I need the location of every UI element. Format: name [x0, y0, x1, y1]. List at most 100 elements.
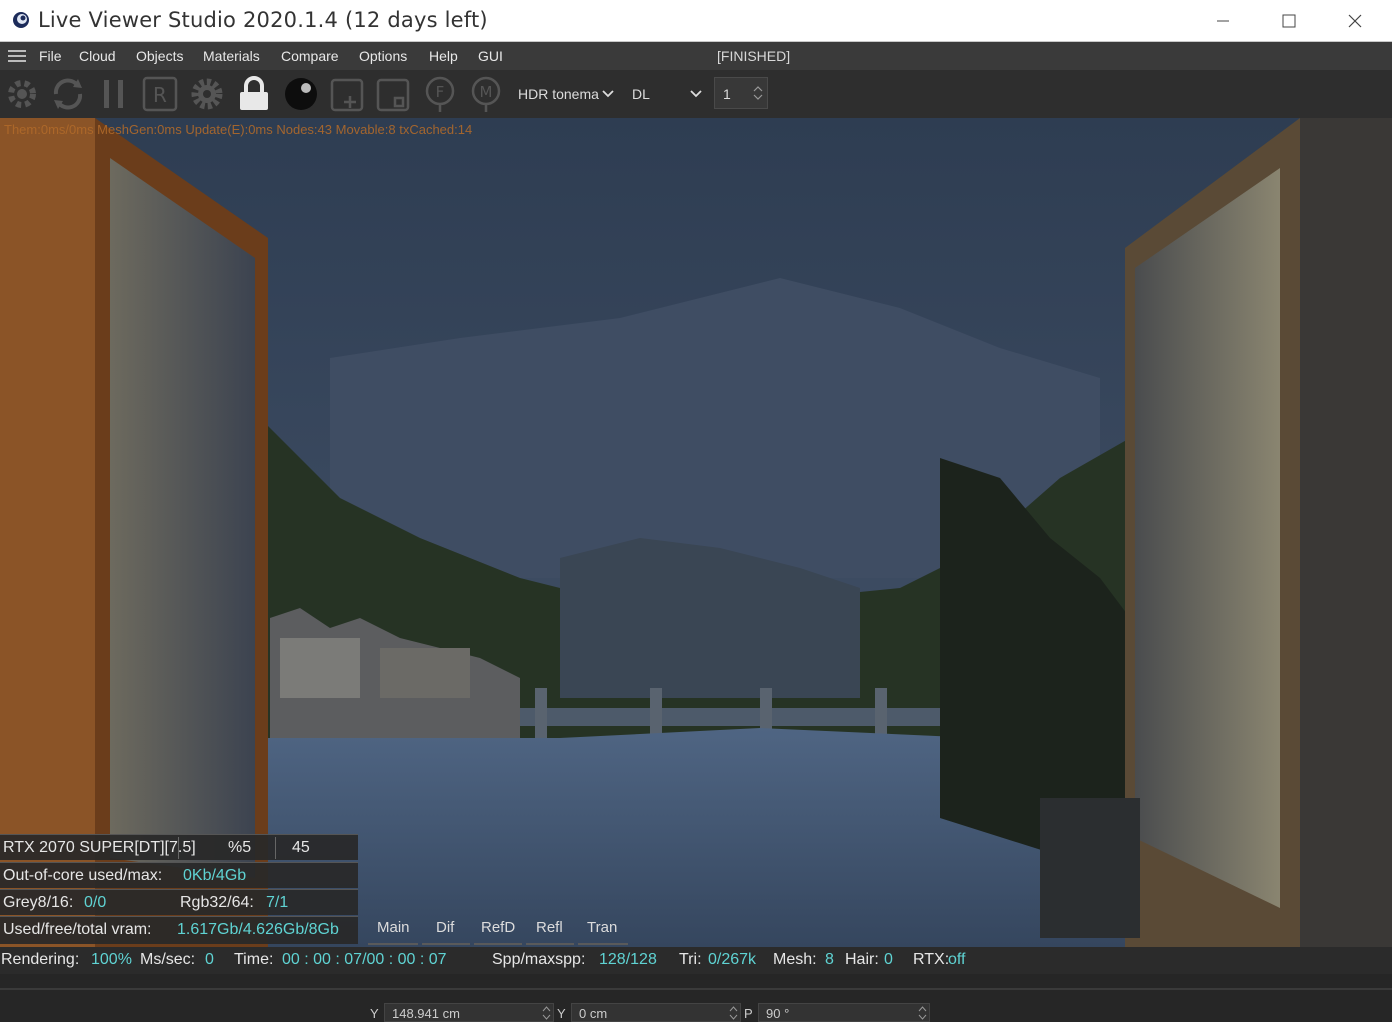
stepper-arrows-icon[interactable]	[753, 85, 763, 101]
divider	[0, 988, 1392, 990]
time-label: Time:	[234, 951, 274, 968]
vram-label: Used/free/total vram:	[3, 921, 152, 938]
menu-file[interactable]: File	[39, 48, 62, 64]
toolbar: R F M HDR tonema DL	[0, 70, 1392, 118]
tab-refl-label: Refl	[536, 919, 563, 936]
gear-icon[interactable]	[187, 74, 227, 114]
rendering-label: Rendering:	[1, 951, 80, 968]
y-size-field[interactable]: 0 cm	[571, 1003, 741, 1022]
sphere-icon[interactable]	[281, 74, 321, 114]
outofcore-value: 0Kb/4Gb	[183, 867, 247, 884]
tab-main-label: Main	[377, 919, 410, 936]
settings-refresh-icon[interactable]	[2, 74, 42, 114]
grey-label: Grey8/16:	[3, 894, 74, 911]
title-bar: Live Viewer Studio 2020.1.4 (12 days lef…	[0, 0, 1392, 42]
app-logo-icon	[13, 12, 29, 28]
mode-select-value: DL	[632, 86, 650, 102]
divider	[275, 837, 276, 859]
tri-value: 0/267k	[708, 951, 757, 968]
rgb-label: Rgb32/64:	[180, 894, 254, 911]
maximize-button[interactable]	[1256, 0, 1322, 42]
render-image	[0, 118, 1392, 947]
svg-text:R: R	[153, 83, 167, 107]
mode-select[interactable]: DL	[632, 82, 708, 106]
y-size-value: 0 cm	[579, 1006, 608, 1021]
gpu-value: 45	[292, 839, 310, 856]
chevron-down-icon	[602, 90, 614, 98]
stepper-arrows-icon[interactable]	[542, 1006, 551, 1020]
y2-label: Y	[557, 1006, 566, 1021]
render-status-label: [FINISHED]	[717, 48, 791, 64]
stepper-arrows-icon[interactable]	[918, 1006, 927, 1020]
vram-row: Used/free/total vram: 1.617Gb/4.626Gb/8G…	[0, 916, 358, 944]
vram-value: 1.617Gb/4.626Gb/8Gb	[177, 921, 339, 938]
p-rotation-value: 90 °	[766, 1006, 790, 1021]
maximize-icon	[1282, 14, 1296, 28]
rtx-label: RTX:	[913, 951, 950, 968]
tab-refd-label: RefD	[481, 919, 516, 936]
mesh-label: Mesh:	[773, 951, 817, 968]
menu-cloud[interactable]: Cloud	[79, 48, 116, 64]
menu-options[interactable]: Options	[359, 48, 407, 64]
minimize-icon	[1217, 20, 1229, 22]
p-label: P	[744, 1006, 753, 1021]
close-icon	[1348, 14, 1362, 28]
mssec-label: Ms/sec:	[140, 951, 196, 968]
grey-value: 0/0	[84, 894, 107, 911]
p-rotation-field[interactable]: 90 °	[758, 1003, 930, 1022]
tonemap-select-value: HDR tonema	[518, 86, 599, 102]
lock-icon[interactable]	[234, 74, 274, 114]
tab-tran[interactable]: Tran	[578, 919, 628, 945]
tab-main[interactable]: Main	[368, 919, 418, 945]
m-icon[interactable]: M	[466, 74, 506, 114]
pass-stepper-value: 1	[723, 86, 731, 102]
stepper-arrows-icon[interactable]	[729, 1006, 738, 1020]
mssec-value: 0	[205, 951, 214, 968]
tab-refd[interactable]: RefD	[474, 919, 522, 945]
tab-dif[interactable]: Dif	[422, 919, 470, 945]
hamburger-menu-icon[interactable]	[8, 49, 26, 63]
add-region-icon[interactable]	[328, 74, 368, 114]
tab-tran-label: Tran	[587, 919, 618, 936]
chevron-down-icon	[690, 90, 702, 98]
minimize-button[interactable]	[1190, 0, 1256, 42]
textures-row: Grey8/16: 0/0 Rgb32/64: 7/1	[0, 889, 358, 915]
menu-compare[interactable]: Compare	[281, 48, 339, 64]
pause-icon[interactable]	[94, 74, 134, 114]
hair-value: 0	[884, 951, 893, 968]
menu-materials[interactable]: Materials	[203, 48, 260, 64]
rendering-value: 100%	[91, 951, 132, 968]
tab-refl[interactable]: Refl	[526, 919, 574, 945]
divider	[178, 837, 179, 859]
pass-stepper[interactable]: 1	[714, 77, 768, 109]
menu-gui[interactable]: GUI	[478, 48, 503, 64]
window-title: Live Viewer Studio 2020.1.4 (12 days lef…	[38, 8, 488, 32]
status-bar: Rendering: 100% Ms/sec: 0 Time: 00 : 00 …	[0, 947, 1392, 974]
region-icon[interactable]	[374, 74, 414, 114]
svg-text:M: M	[480, 83, 493, 101]
spp-value: 128/128	[599, 951, 657, 968]
render-stats-overlay: Them:0ms/0ms MeshGen:0ms Update(E):0ms N…	[4, 122, 473, 137]
close-button[interactable]	[1322, 0, 1388, 42]
svg-text:F: F	[436, 83, 445, 101]
menu-bar: File Cloud Objects Materials Compare Opt…	[0, 42, 1392, 70]
tri-label: Tri:	[679, 951, 702, 968]
tab-dif-label: Dif	[436, 919, 455, 936]
y-label: Y	[370, 1006, 379, 1021]
menu-help[interactable]: Help	[429, 48, 458, 64]
gpu-percent: %5	[228, 839, 252, 856]
tonemap-select[interactable]: HDR tonema	[518, 82, 618, 106]
f-icon[interactable]: F	[420, 74, 460, 114]
y-position-field[interactable]: 148.941 cm	[384, 1003, 554, 1022]
hair-label: Hair:	[845, 951, 879, 968]
time-value: 00 : 00 : 07/00 : 00 : 07	[282, 951, 447, 968]
r-icon[interactable]: R	[140, 74, 180, 114]
outofcore-row: Out-of-core used/max: 0Kb/4Gb	[0, 862, 358, 888]
menu-objects[interactable]: Objects	[136, 48, 183, 64]
rgb-value: 7/1	[266, 894, 289, 911]
rtx-value: off	[948, 951, 966, 968]
render-viewport[interactable]: Them:0ms/0ms MeshGen:0ms Update(E):0ms N…	[0, 118, 1392, 947]
gpu-name: RTX 2070 SUPER[DT][7.5]	[3, 839, 196, 856]
outofcore-label: Out-of-core used/max:	[3, 867, 163, 884]
reload-icon[interactable]	[48, 74, 88, 114]
